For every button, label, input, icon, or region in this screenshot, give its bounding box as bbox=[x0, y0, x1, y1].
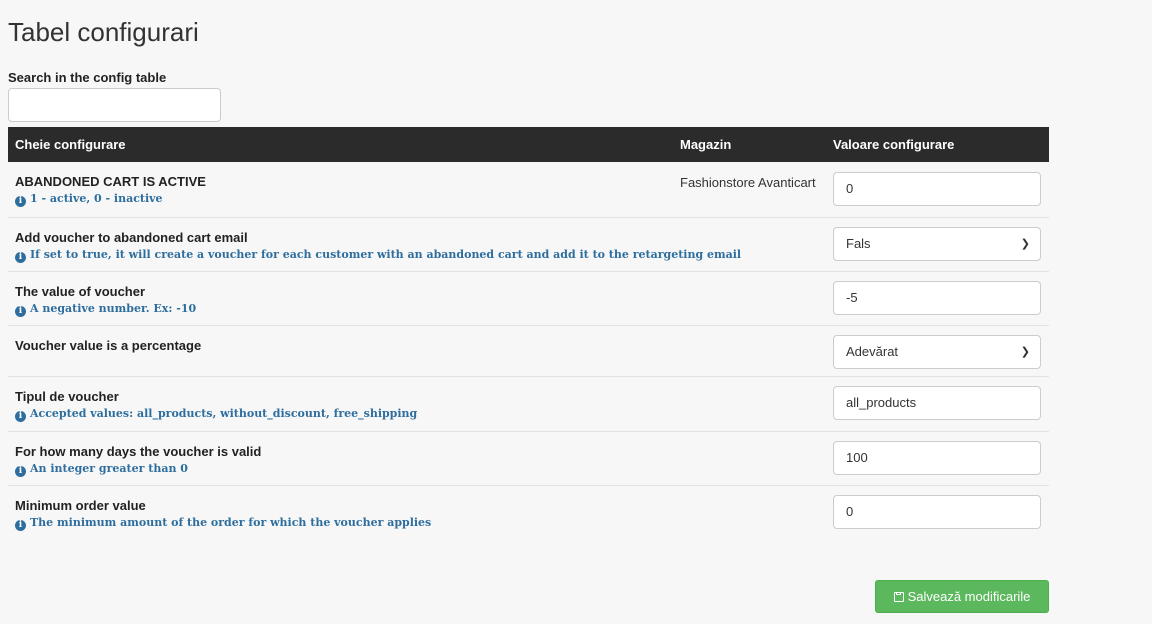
config-key-name: Minimum order value bbox=[15, 498, 146, 513]
info-icon: i bbox=[15, 466, 26, 477]
info-icon: i bbox=[15, 306, 26, 317]
header-config-value: Valoare configurare bbox=[833, 137, 955, 152]
table-row: Voucher value is a percentage Adevărat ❯ bbox=[8, 326, 1049, 377]
info-icon: i bbox=[15, 196, 26, 207]
config-key-help: i Accepted values: all_products, without_… bbox=[15, 407, 417, 422]
config-key-name: The value of voucher bbox=[15, 284, 146, 299]
config-key-name: ABANDONED CART IS ACTIVE bbox=[15, 174, 206, 189]
config-value-input[interactable]: 0 bbox=[833, 495, 1041, 529]
config-value-select[interactable]: Adevărat ❯ bbox=[833, 335, 1041, 369]
config-key-help: i1 - active, 0 - inactive bbox=[15, 192, 163, 207]
header-store: Magazin bbox=[680, 137, 732, 152]
table-row: ABANDONED CART IS ACTIVE i1 - active, 0 … bbox=[8, 162, 1049, 218]
config-key-name: Voucher value is a percentage bbox=[15, 338, 202, 353]
table-header: Cheie configurare Magazin Valoare config… bbox=[8, 127, 1049, 162]
config-value-input[interactable]: 100 bbox=[833, 441, 1041, 475]
config-key-help: iA negative number. Ex: -10 bbox=[15, 302, 196, 317]
save-changes-button[interactable]: Salvează modificarile bbox=[875, 580, 1049, 613]
table-row: For how many days the voucher is valid i… bbox=[8, 432, 1049, 486]
chevron-down-icon: ❯ bbox=[1020, 346, 1030, 358]
floppy-disk-icon bbox=[893, 592, 904, 602]
search-label: Search in the config table bbox=[8, 70, 167, 85]
config-value-input[interactable]: -5 bbox=[833, 281, 1041, 315]
page-title: Tabel configurari bbox=[8, 17, 199, 47]
search-input[interactable] bbox=[8, 88, 221, 122]
table-row: Minimum order value i The minimum amount … bbox=[8, 486, 1049, 540]
config-key-name: Tipul de voucher bbox=[15, 389, 119, 404]
info-icon: i bbox=[15, 252, 26, 263]
config-key-help: i An integer greater than 0 bbox=[15, 462, 188, 477]
config-value-input[interactable]: all_products bbox=[833, 386, 1041, 420]
store-name: Fashionstore Avanticart bbox=[680, 175, 816, 190]
table-row: The value of voucher iA negative number.… bbox=[8, 272, 1049, 326]
config-value-input[interactable]: 0 bbox=[833, 172, 1041, 206]
chevron-down-icon: ❯ bbox=[1020, 238, 1030, 250]
page: Tabel configurari Search in the config t… bbox=[0, 0, 1152, 624]
header-config-key: Cheie configurare bbox=[15, 137, 126, 152]
config-key-help: i The minimum amount of the order for whi… bbox=[15, 516, 431, 531]
info-icon: i bbox=[15, 520, 26, 531]
config-table: Cheie configurare Magazin Valoare config… bbox=[8, 127, 1049, 540]
config-key-help: i If set to true, it will create a vouche… bbox=[15, 248, 741, 263]
config-value-select[interactable]: Fals ❯ bbox=[833, 227, 1041, 261]
info-icon: i bbox=[15, 411, 26, 422]
table-row: Tipul de voucher i Accepted values: all_p… bbox=[8, 377, 1049, 432]
table-row: Add voucher to abandoned cart email i If … bbox=[8, 218, 1049, 272]
config-key-name: Add voucher to abandoned cart email bbox=[15, 230, 248, 245]
config-key-name: For how many days the voucher is valid bbox=[15, 444, 262, 459]
